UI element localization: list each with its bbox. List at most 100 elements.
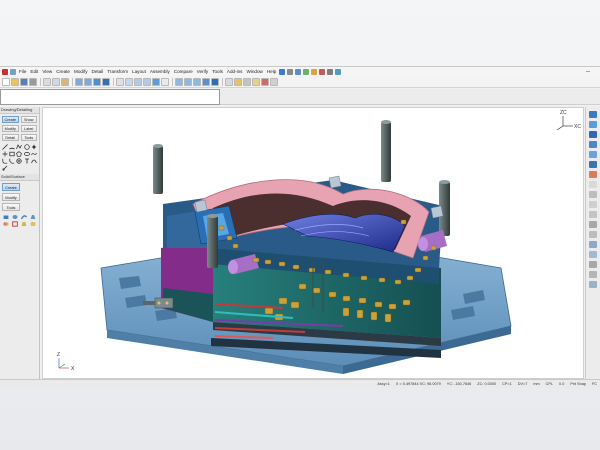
view-side-cube-icon[interactable] [589, 141, 597, 148]
fillet-icon[interactable] [2, 158, 8, 164]
ellipse-icon[interactable] [24, 151, 30, 157]
shell-icon[interactable] [11, 221, 19, 227]
layer-toolbar-icon[interactable] [252, 78, 260, 86]
offset-icon[interactable] [16, 158, 22, 164]
zoom-out-icon[interactable] [143, 78, 151, 86]
shading-mode-icon[interactable] [589, 171, 597, 178]
help-icon[interactable] [279, 69, 285, 75]
sketch-icon[interactable] [2, 165, 8, 171]
boolean-icon[interactable] [2, 221, 10, 227]
status-cpl[interactable]: CPL [543, 382, 556, 386]
view-right-icon[interactable] [193, 78, 201, 86]
view-iso-icon[interactable] [202, 78, 210, 86]
menu-verify[interactable]: Verify [195, 67, 211, 76]
open-file-icon[interactable] [11, 78, 19, 86]
wireframe-mode-icon[interactable] [589, 191, 597, 198]
menu-modify[interactable]: Modify [72, 67, 90, 76]
measure-icon[interactable] [225, 78, 233, 86]
menu-create[interactable]: Create [54, 67, 72, 76]
menu-window[interactable]: Window [244, 67, 264, 76]
menu-transform[interactable]: Transform [105, 67, 130, 76]
drawing-modify-button[interactable]: Modify [2, 125, 19, 132]
menu-edit[interactable]: Edit [28, 67, 40, 76]
window-restore-icon[interactable] [10, 69, 16, 75]
drawing-show-button[interactable]: Show [21, 116, 38, 123]
draft-icon[interactable] [20, 221, 28, 227]
circle-icon[interactable] [24, 144, 30, 150]
menu-assembly[interactable]: Assembly [148, 67, 172, 76]
shaded-view-icon[interactable] [152, 78, 160, 86]
menu-tools[interactable]: Tools [210, 67, 225, 76]
zoom-in-icon[interactable] [134, 78, 142, 86]
status-dim[interactable]: DV=7 [515, 382, 531, 386]
drawing-create-button[interactable]: Create [2, 116, 19, 123]
status-mode[interactable]: mm [530, 382, 542, 386]
cut-icon[interactable] [43, 78, 51, 86]
rectangle-icon[interactable] [9, 151, 15, 157]
hidden-line-icon[interactable] [589, 181, 597, 188]
clip-plane-icon[interactable] [589, 251, 597, 258]
snap-toggle-icon[interactable] [589, 211, 597, 218]
menu-compare[interactable]: Compare [172, 67, 195, 76]
save-icon[interactable] [20, 78, 28, 86]
menu-detail[interactable]: Detail [90, 67, 106, 76]
command-input[interactable] [0, 89, 220, 105]
revolve-icon[interactable] [11, 214, 19, 220]
curve-icon[interactable] [31, 158, 37, 164]
solid-modify-button[interactable]: Modify [2, 193, 20, 201]
crosshair-icon[interactable] [2, 151, 8, 157]
status-cplane[interactable]: CP=1 [499, 382, 515, 386]
menu-layout[interactable]: Layout [130, 67, 148, 76]
polyline-icon[interactable] [16, 144, 22, 150]
color-icon[interactable] [319, 69, 325, 75]
wireframe-view-icon[interactable] [161, 78, 169, 86]
text-tool-icon[interactable] [24, 158, 30, 164]
drawing-detail-button[interactable]: Detail [2, 134, 19, 141]
zoom-icon[interactable] [295, 69, 301, 75]
render-icon[interactable] [335, 69, 341, 75]
view-top-icon[interactable] [184, 78, 192, 86]
zoom-all-icon[interactable] [125, 78, 133, 86]
loft-icon[interactable] [29, 214, 37, 220]
spline-icon[interactable] [31, 151, 37, 157]
view-bottom-cube-icon[interactable] [589, 161, 597, 168]
named-views-icon[interactable] [589, 281, 597, 288]
new-file-icon[interactable] [2, 78, 10, 86]
line-icon[interactable] [2, 144, 8, 150]
pan-view-icon[interactable] [102, 78, 110, 86]
graphics-viewport[interactable]: ZC XC Z X [42, 107, 584, 379]
status-fc[interactable]: FC [589, 382, 600, 386]
menu-view[interactable]: View [40, 67, 54, 76]
color-toolbar-icon[interactable] [261, 78, 269, 86]
window-close-icon[interactable] [586, 71, 590, 72]
polygon-icon[interactable] [16, 151, 22, 157]
grid-toggle-icon[interactable] [589, 201, 597, 208]
light-icon[interactable] [589, 261, 597, 268]
view-back-cube-icon[interactable] [589, 151, 597, 158]
menu-addins[interactable]: Add-ins [225, 67, 245, 76]
redo-icon[interactable] [84, 78, 92, 86]
camera-icon[interactable] [589, 271, 597, 278]
view-iso-cube-icon[interactable] [589, 111, 597, 118]
analyze-icon[interactable] [234, 78, 242, 86]
paste-icon[interactable] [61, 78, 69, 86]
sweep-icon[interactable] [20, 214, 28, 220]
menu-help[interactable]: Help [265, 67, 278, 76]
view-front-icon[interactable] [175, 78, 183, 86]
rotate-view-icon[interactable] [93, 78, 101, 86]
menu-file[interactable]: File [17, 67, 28, 76]
extrude-icon[interactable] [2, 214, 10, 220]
undo-icon[interactable] [75, 78, 83, 86]
arc-icon[interactable] [9, 144, 15, 150]
solid-tools-button[interactable]: Tools [2, 203, 20, 211]
view-top-cube-icon[interactable] [589, 131, 597, 138]
drawing-tools-button[interactable]: Tools [21, 134, 38, 141]
zoom-window-icon[interactable] [116, 78, 124, 86]
dimension-icon[interactable] [589, 221, 597, 228]
drawing-label-button[interactable]: Label [21, 125, 38, 132]
section-icon[interactable] [243, 78, 251, 86]
grid-icon[interactable] [270, 78, 278, 86]
solid-create-button[interactable]: Create [2, 183, 20, 191]
chamfer-icon[interactable] [9, 158, 15, 164]
select-filter-icon[interactable] [589, 231, 597, 238]
